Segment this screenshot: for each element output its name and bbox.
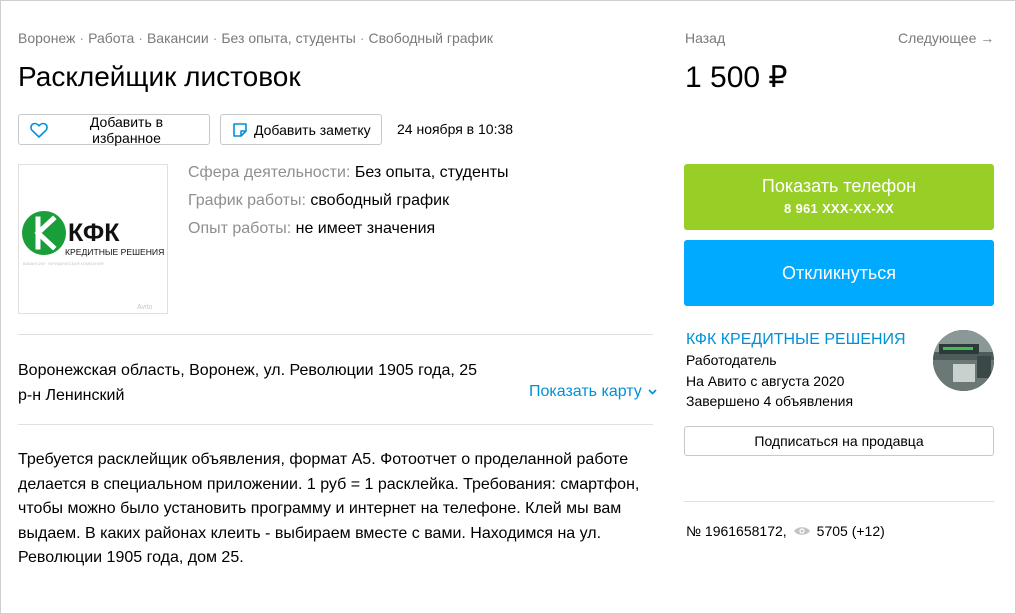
reply-button[interactable]: Откликнуться	[684, 240, 994, 306]
show-map-link[interactable]: Показать карту	[529, 383, 657, 401]
listing-params: Сфера деятельности: Без опыта, студенты …	[188, 164, 509, 248]
breadcrumb-separator: ·	[359, 30, 365, 46]
add-note-button[interactable]: Добавить заметку	[220, 114, 382, 145]
add-to-favorites-label: Добавить в избранное	[89, 113, 164, 146]
logo-subtitle-text: КРЕДИТНЫЕ РЕШЕНИЯ	[65, 247, 164, 257]
seller-since: На Авито с августа 2020	[686, 373, 845, 389]
listing-photo[interactable]: КФК КРЕДИТНЫЕ РЕШЕНИЯ ВАКАНСИИ · ЮРИДИЧЕ…	[18, 164, 168, 314]
breadcrumb-item-city[interactable]: Воронеж	[18, 30, 75, 46]
address-block: Воронежская область, Воронеж, ул. Револю…	[18, 358, 477, 408]
add-note-label: Добавить заметку	[254, 121, 371, 138]
breadcrumb-item-work[interactable]: Работа	[88, 30, 134, 46]
logo-tagline-text: ВАКАНСИИ · ЮРИДИЧЕСКАЯ КОМПАНИЯ	[23, 261, 104, 266]
page-title: Расклейщик листовок	[18, 61, 301, 92]
param-row: Сфера деятельности: Без опыта, студенты	[188, 164, 509, 192]
param-row: Опыт работы: не имеет значения	[188, 220, 509, 248]
add-to-favorites-button[interactable]: Добавить в избранное	[18, 113, 210, 146]
district-line: р-н Ленинский	[18, 387, 125, 404]
listing-id: № 1961658172,	[686, 523, 787, 539]
heart-icon	[30, 122, 48, 138]
breadcrumb-item-schedule[interactable]: Свободный график	[369, 30, 494, 46]
breadcrumb-item-category[interactable]: Без опыта, студенты	[221, 30, 356, 46]
seller-role: Работодатель	[686, 352, 777, 368]
param-value: свободный график	[310, 192, 450, 209]
breadcrumb-separator: ·	[79, 30, 85, 46]
subscribe-seller-button[interactable]: Подписаться на продавца	[684, 426, 994, 456]
divider	[18, 334, 653, 335]
chevron-down-icon	[648, 389, 657, 395]
kfk-logo: КФК КРЕДИТНЫЕ РЕШЕНИЯ ВАКАНСИИ · ЮРИДИЧЕ…	[22, 211, 164, 311]
breadcrumb-separator: ·	[212, 30, 218, 46]
param-value: не имеет значения	[295, 220, 436, 237]
note-icon	[233, 122, 247, 137]
param-row: График работы: свободный график	[188, 192, 509, 220]
divider	[684, 501, 994, 502]
phone-number-masked: 8 961 XXX-XX-XX	[784, 201, 894, 216]
seller-name-link[interactable]: КФК КРЕДИТНЫЕ РЕШЕНИЯ	[686, 331, 906, 349]
eye-icon	[793, 525, 811, 537]
posted-date: 24 ноября в 10:38	[397, 121, 514, 137]
avatar-photo	[933, 330, 994, 391]
breadcrumb-separator: ·	[138, 30, 143, 46]
show-map-label: Показать карту	[529, 383, 642, 400]
show-phone-button[interactable]: Показать телефон 8 961 XXX-XX-XX	[684, 164, 994, 230]
views-count: 5705 (+12)	[816, 523, 885, 539]
avito-watermark: Avito	[137, 304, 153, 311]
breadcrumb-item-vacancies[interactable]: Вакансии	[147, 30, 209, 46]
param-key: Опыт работы:	[188, 220, 292, 237]
page-frame: Воронеж · Работа · Вакансии · Без опыта, студе…	[0, 0, 1016, 614]
seller-avatar[interactable]	[933, 330, 994, 391]
param-key: График работы:	[188, 192, 306, 209]
param-key: Сфера деятельности:	[188, 164, 351, 181]
param-value: Без опыта, студенты	[354, 164, 509, 181]
price: 1 500 ₽	[685, 61, 788, 94]
seller-completed[interactable]: Завершено 4 объявления	[686, 393, 853, 409]
address-line: Воронежская область, Воронеж, ул. Револю…	[18, 362, 478, 379]
breadcrumb: Воронеж · Работа · Вакансии · Без опыта, студе…	[18, 30, 493, 46]
next-link[interactable]: Следующее →	[898, 30, 994, 46]
show-phone-label: Показать телефон	[761, 176, 917, 196]
logo-brand-text: КФК	[68, 219, 120, 247]
divider	[18, 424, 653, 425]
listing-meta: № 1961658172, 5705 (+12)	[686, 523, 885, 539]
listing-description: Требуется расклейщик объявления, формат …	[18, 451, 640, 566]
back-link[interactable]: Назад	[685, 30, 725, 46]
